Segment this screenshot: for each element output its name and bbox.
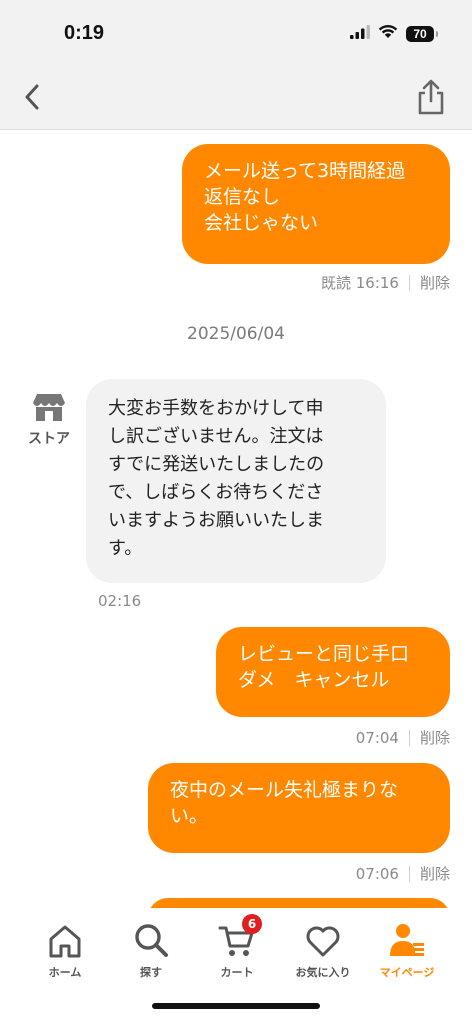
message-meta: 07:04 削除 [356,727,450,748]
tab-home[interactable]: ホーム [20,920,110,980]
status-bar: 0:19 70 [0,0,472,64]
chat-area[interactable]: メール送って3時間経過 返信なし 会社じゃない 既読 16:16 削除 2025… [0,130,472,908]
message-bubble-outgoing: 夜中のメール失礼極まりな い。 [148,763,450,853]
user-icon [390,924,424,956]
home-icon [49,925,81,958]
message-time: 07:06 [355,864,399,883]
tab-label: カート [220,966,254,979]
share-icon [418,79,444,115]
tab-cart[interactable]: 6 カート [192,914,282,980]
nav-bar [0,64,472,130]
share-button[interactable] [414,78,448,116]
chevron-left-icon [25,84,39,110]
tab-label: マイページ [379,966,435,979]
tab-mypage[interactable]: マイページ [362,920,452,980]
divider [408,865,410,882]
store-label: ストア [28,431,70,447]
message-meta: 既読 16:16 削除 [321,272,450,293]
delete-link[interactable]: 削除 [420,272,450,293]
status-time: 0:19 [64,22,105,44]
back-button[interactable] [18,80,46,114]
message-bubble-incoming: 大変お手数をおかけして申 し訳ございません。注文は すでに発送いたしましたの で… [86,379,386,583]
divider [408,274,410,291]
divider [408,729,410,746]
tab-label: 探す [140,966,162,979]
date-separator: 2025/06/04 [187,324,285,344]
store-icon [33,394,65,421]
tab-favorites[interactable]: お気に入り [278,920,368,980]
message-bubble-outgoing: メール送って3時間経過 返信なし 会社じゃない [182,144,450,264]
store-avatar[interactable]: ストア [22,392,76,448]
message-bubble-outgoing-partial [148,898,450,908]
message-time: 07:04 [355,728,399,747]
home-indicator[interactable] [152,1003,320,1009]
message-meta: 07:06 削除 [356,863,450,884]
search-icon [135,924,168,957]
tab-label: お気に入り [295,966,351,979]
battery-indicator: 70 [406,25,438,42]
delete-link[interactable]: 削除 [420,727,450,748]
tab-label: ホーム [48,966,82,979]
delete-link[interactable]: 削除 [420,863,450,884]
status-icons: 70 [350,24,438,43]
cart-count-badge: 6 [242,914,262,934]
read-status: 既読 16:16 [320,274,399,292]
message-bubble-outgoing: レビューと同じ手口 ダメ キャンセル [216,627,450,717]
tab-search[interactable]: 探す [106,920,196,980]
heart-icon [306,926,340,957]
wifi-icon [378,24,398,43]
signal-icon [350,24,370,43]
message-time: 02:16 [98,592,142,610]
